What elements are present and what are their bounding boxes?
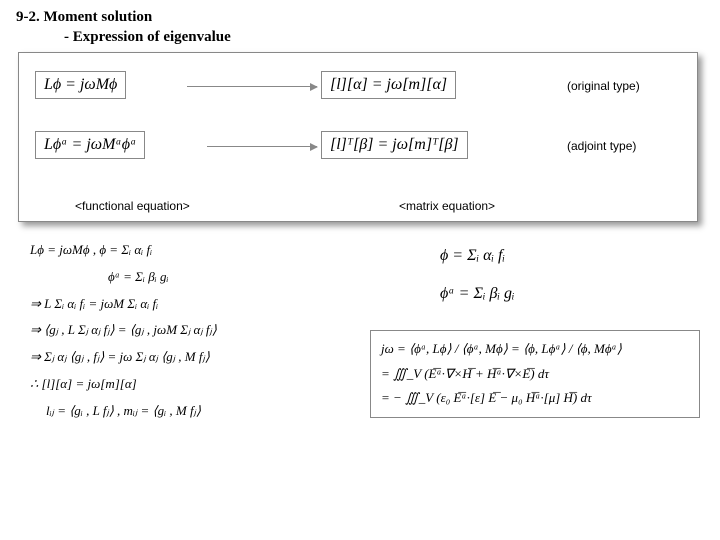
deriv-row: lᵢⱼ = ⟨gᵢ , L fⱼ⟩ , mᵢⱼ = ⟨gᵢ , M fⱼ⟩ [46, 401, 360, 422]
label-functional-col: <functional equation> [75, 199, 190, 213]
top-panel: Lϕ = jωMϕ [l][α] = jω[m][α] (original ty… [18, 52, 698, 222]
result-row: jω = ⟨ϕᵃ, Lϕ⟩ / ⟨ϕᵃ, Mϕ⟩ = ⟨ϕ, Lϕᵃ⟩ / ⟨ϕ… [381, 337, 689, 362]
label-adjoint-type: (adjoint type) [567, 139, 636, 153]
deriv-row: ⇒ Σⱼ αⱼ ⟨gⱼ , fⱼ⟩ = jω Σⱼ αⱼ ⟨gⱼ , M fⱼ⟩ [30, 347, 360, 368]
eq-functional-original: Lϕ = jωMϕ [35, 71, 126, 99]
label-original-type: (original type) [567, 79, 640, 93]
label-matrix-col: <matrix equation> [399, 199, 495, 213]
result-box: jω = ⟨ϕᵃ, Lϕ⟩ / ⟨ϕᵃ, Mϕ⟩ = ⟨ϕ, Lϕᵃ⟩ / ⟨ϕ… [370, 330, 700, 418]
derivation-right: ϕ = Σᵢ αᵢ fᵢ ϕᵃ = Σᵢ βᵢ gᵢ [440, 240, 680, 316]
arrow-icon [207, 146, 317, 147]
heading: 9-2. Moment solution - Expression of eig… [16, 8, 231, 47]
deriv-row: Lϕ = jωMϕ , ϕ = Σᵢ αᵢ fᵢ [30, 240, 360, 261]
deriv-row: ⇒ ⟨gⱼ , L Σⱼ αⱼ fⱼ⟩ = ⟨gⱼ , jωM Σⱼ αⱼ fⱼ… [30, 320, 360, 341]
deriv-row: ϕᵃ = Σᵢ βᵢ gᵢ [108, 267, 360, 288]
deriv-row: ϕᵃ = Σᵢ βᵢ gᵢ [440, 278, 680, 310]
heading-line-2: - Expression of eigenvalue [64, 28, 231, 48]
derivation-left: Lϕ = jωMϕ , ϕ = Σᵢ αᵢ fᵢ ϕᵃ = Σᵢ βᵢ gᵢ ⇒… [30, 240, 360, 428]
eq-functional-adjoint: Lϕᵃ = jωMᵃϕᵃ [35, 131, 145, 159]
eq-matrix-adjoint: [l]ᵀ[β] = jω[m]ᵀ[β] [321, 131, 468, 159]
arrow-icon [187, 86, 317, 87]
eq-matrix-original: [l][α] = jω[m][α] [321, 71, 456, 99]
result-row: = − ∭_V (ε₀ E͞ᵃ·[ε] E͞ − μ₀ H͞ᵃ·[μ] H͞) … [381, 386, 689, 411]
result-row: = ∭_V (E͞ᵃ·∇×H͞ + H͞ᵃ·∇×E͞) dτ [381, 362, 689, 387]
deriv-row: ϕ = Σᵢ αᵢ fᵢ [440, 240, 680, 272]
deriv-row: ∴ [l][α] = jω[m][α] [30, 374, 360, 395]
heading-line-1: 9-2. Moment solution [16, 8, 231, 28]
deriv-row: ⇒ L Σᵢ αᵢ fᵢ = jωM Σᵢ αᵢ fᵢ [30, 294, 360, 315]
